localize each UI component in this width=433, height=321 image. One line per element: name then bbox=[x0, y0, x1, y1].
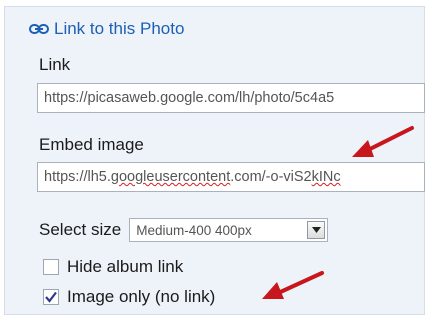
hide-album-checkbox[interactable] bbox=[43, 259, 59, 275]
select-size-dropdown[interactable]: Medium-400 400px bbox=[129, 218, 329, 242]
arrow-annotation bbox=[262, 271, 324, 299]
checkmark-icon bbox=[45, 291, 57, 303]
link-panel: Link to this Photo Link https://picasawe… bbox=[4, 6, 425, 315]
link-label: Link bbox=[39, 55, 71, 74]
embed-url-mid: .com/-o-viS2 bbox=[230, 169, 312, 185]
embed-url-suffix: kINc bbox=[311, 169, 341, 185]
select-size-value: Medium-400 400px bbox=[136, 222, 252, 238]
select-size-label: Select size bbox=[39, 220, 122, 239]
embed-image-field[interactable]: https://lh5.googleusercontent.com/-o-viS… bbox=[37, 162, 425, 192]
panel-title[interactable]: Link to this Photo bbox=[54, 19, 184, 39]
embed-url-prefix: https://lh5. bbox=[44, 169, 111, 185]
select-size-row: Select size Medium-400 400px bbox=[39, 218, 329, 242]
image-only-row[interactable]: Image only (no link) bbox=[43, 287, 215, 307]
link-icon bbox=[29, 24, 49, 34]
image-only-label[interactable]: Image only (no link) bbox=[67, 287, 215, 307]
chevron-down-icon bbox=[311, 227, 321, 233]
dropdown-button[interactable] bbox=[307, 221, 326, 239]
hide-album-row[interactable]: Hide album link bbox=[43, 257, 183, 277]
embed-image-label: Embed image bbox=[39, 135, 144, 154]
arrow-annotation bbox=[352, 126, 414, 157]
embed-url-misspelled: googleusercontent bbox=[110, 169, 231, 185]
link-field[interactable]: https://picasaweb.google.com/lh/photo/5c… bbox=[37, 83, 425, 113]
hide-album-label[interactable]: Hide album link bbox=[67, 257, 183, 277]
image-only-checkbox[interactable] bbox=[43, 289, 59, 305]
panel-header[interactable]: Link to this Photo bbox=[29, 19, 184, 39]
